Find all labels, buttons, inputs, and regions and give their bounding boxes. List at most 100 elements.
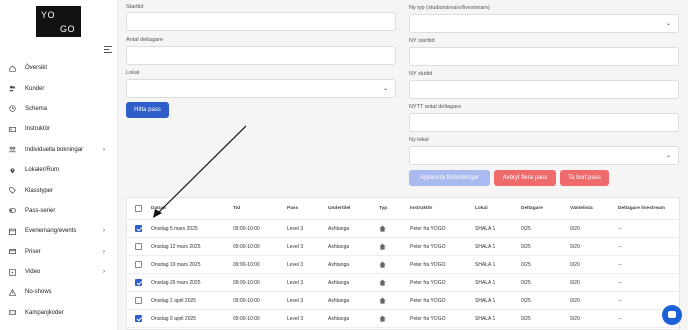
house-icon	[379, 274, 386, 291]
sidebar: YO GO Översikt Kunder Schema Instruktör Indi…	[0, 0, 118, 330]
sidebar-item-label: Kunder	[25, 85, 45, 92]
column-header[interactable]: Typ	[379, 198, 387, 219]
sidebar-item-pass-serier[interactable]: Pass-serier	[0, 201, 117, 221]
cell-instructor: Peter fra YOGO	[410, 225, 446, 232]
antal-deltagare-input[interactable]	[126, 46, 396, 65]
nytt-antal-input[interactable]	[409, 113, 679, 132]
cell-date: Onsdag 12 mars 2025	[151, 243, 201, 250]
sidebar-item-presentkort[interactable]: Presentkort	[0, 323, 117, 330]
cell-date: Onsdag 19 mars 2025	[151, 261, 201, 268]
table-row[interactable]: Onsdag 9 april 2025 09:00-10:00 Level 3 Ash…	[127, 310, 679, 328]
cell-subtitle: Ashtanga	[328, 315, 350, 322]
select-all-checkbox[interactable]	[135, 205, 142, 212]
row-checkbox[interactable]	[135, 315, 142, 322]
yogo-logo[interactable]: YO GO	[36, 6, 81, 37]
column-header[interactable]: Undertitel	[328, 198, 350, 219]
cell-date: Onsdag 2 april 2025	[151, 297, 197, 304]
logo-text-top: YO	[41, 10, 56, 20]
table-row[interactable]: Onsdag 19 mars 2025 09:00-10:00 Level 3 Ash…	[127, 256, 679, 274]
sidebar-item-label: Schema	[25, 105, 48, 112]
sidebar-item-individuella-bokningar[interactable]: Individuella bokningar ›	[0, 140, 117, 160]
ny-lokal-select[interactable]: ⌄	[409, 146, 679, 165]
sidebar-item-no-shows[interactable]: No-shows	[0, 282, 117, 302]
chat-bubble-icon[interactable]	[662, 305, 682, 325]
card-icon	[9, 248, 16, 255]
cell-instructor: Peter fra YOGO	[410, 279, 446, 286]
table-row[interactable]: Onsdag 5 mars 2025 09:00-10:00 Level 3 Asht…	[127, 220, 679, 238]
cell-participants: 0/25	[521, 315, 531, 322]
table-row[interactable]: Onsdag 12 mars 2025 09:00-10:00 Level 3 Ash…	[127, 238, 679, 256]
column-header[interactable]: Datum	[151, 198, 166, 219]
lokal-select[interactable]: ⌄	[126, 79, 396, 98]
collapse-menu-icon[interactable]	[104, 46, 112, 53]
cell-waitlist: 0/20	[570, 225, 580, 232]
cell-waitlist: 0/20	[570, 315, 580, 322]
cell-waitlist: 0/20	[570, 297, 580, 304]
column-header[interactable]: Deltagare livestream	[618, 198, 665, 219]
table-row[interactable]: Onsdag 26 mars 2025 09:00-10:00 Level 3 Ash…	[127, 274, 679, 292]
column-header[interactable]: Väntelista	[570, 198, 593, 219]
cell-date: Onsdag 5 mars 2025	[151, 225, 198, 232]
cell-waitlist: 0/20	[570, 279, 580, 286]
lokal-label: Lokal	[126, 70, 140, 76]
chevron-down-icon: ⌄	[382, 86, 388, 92]
cell-venue: SHALA 1	[475, 315, 496, 322]
sidebar-item-label: Klasstyper	[25, 187, 54, 194]
house-icon	[379, 292, 386, 309]
ta-bort-pass-button[interactable]: Ta bort pass	[560, 170, 609, 186]
row-checkbox[interactable]	[135, 243, 142, 250]
ny-starttid-input[interactable]	[409, 47, 679, 66]
calendar-icon	[9, 228, 16, 235]
avbryt-flera-pass-button[interactable]: Avbryt flera pass	[494, 170, 556, 186]
row-checkbox[interactable]	[135, 261, 142, 268]
applicera-button[interactable]: Applicera förändringar	[409, 170, 490, 186]
sidebar-item-översikt[interactable]: Översikt	[0, 58, 117, 78]
column-header[interactable]: Tid	[233, 198, 240, 219]
starttid-input[interactable]	[126, 12, 396, 31]
house-icon	[379, 310, 386, 327]
nytt-antal-label: NYTT antal deltagare	[409, 104, 462, 110]
sidebar-item-video[interactable]: Video ›	[0, 262, 117, 282]
cell-waitlist: 0/20	[570, 261, 580, 268]
row-checkbox[interactable]	[135, 225, 142, 232]
column-header[interactable]: Pass	[287, 198, 298, 219]
sidebar-item-priser[interactable]: Priser ›	[0, 242, 117, 262]
sidebar-item-kunder[interactable]: Kunder	[0, 78, 117, 98]
people-icon	[9, 146, 16, 153]
sidebar-item-label: No-shows	[25, 289, 52, 296]
sidebar-item-label: Evenemang/events	[25, 228, 77, 235]
ny-typ-select[interactable]: ⌄	[409, 14, 679, 33]
sidebar-item-label: Översikt	[25, 65, 48, 72]
sidebar-item-schema[interactable]: Schema	[0, 99, 117, 119]
cell-instructor: Peter fra YOGO	[410, 261, 446, 268]
location-pin-icon	[9, 167, 16, 174]
cell-waitlist: 0/20	[570, 243, 580, 250]
sidebar-item-instruktör[interactable]: Instruktör	[0, 119, 117, 139]
column-header[interactable]: Deltagare	[521, 198, 543, 219]
ny-sluttid-input[interactable]	[409, 80, 679, 99]
cell-time: 09:00-10:00	[233, 315, 260, 322]
cell-subtitle: Ashtanga	[328, 261, 350, 268]
row-checkbox[interactable]	[135, 297, 142, 304]
cell-participants: 0/25	[521, 261, 531, 268]
sidebar-item-evenemang-events[interactable]: Evenemang/events ›	[0, 221, 117, 241]
table-row[interactable]: Onsdag 2 april 2025 09:00-10:00 Level 3 Ash…	[127, 292, 679, 310]
sidebar-item-kampanjkoder[interactable]: Kampanjkoder	[0, 303, 117, 323]
column-header[interactable]: Instruktör	[410, 198, 432, 219]
cell-instructor: Peter fra YOGO	[410, 243, 446, 250]
cell-pass: Level 3	[287, 225, 304, 232]
row-checkbox[interactable]	[135, 279, 142, 286]
main-content: Starttid Antal deltagare Lokal ⌄ Hitta p…	[118, 0, 688, 330]
cell-subtitle: Ashtanga	[328, 279, 350, 286]
sidebar-item-label: Priser	[25, 248, 41, 255]
sidebar-item-lokaler-rum[interactable]: Lokaler/Rum	[0, 160, 117, 180]
house-icon	[379, 256, 386, 273]
hitta-pass-button[interactable]: Hitta pass	[126, 102, 169, 118]
home-icon	[9, 64, 16, 72]
sidebar-item-label: Individuella bokningar	[25, 146, 84, 153]
column-header[interactable]: Lokal	[475, 198, 488, 219]
cell-pass: Level 3	[287, 243, 304, 250]
chevron-down-icon: ⌄	[665, 153, 671, 159]
sidebar-item-klasstyper[interactable]: Klasstyper	[0, 180, 117, 200]
cell-time: 09:00-10:00	[233, 261, 260, 268]
